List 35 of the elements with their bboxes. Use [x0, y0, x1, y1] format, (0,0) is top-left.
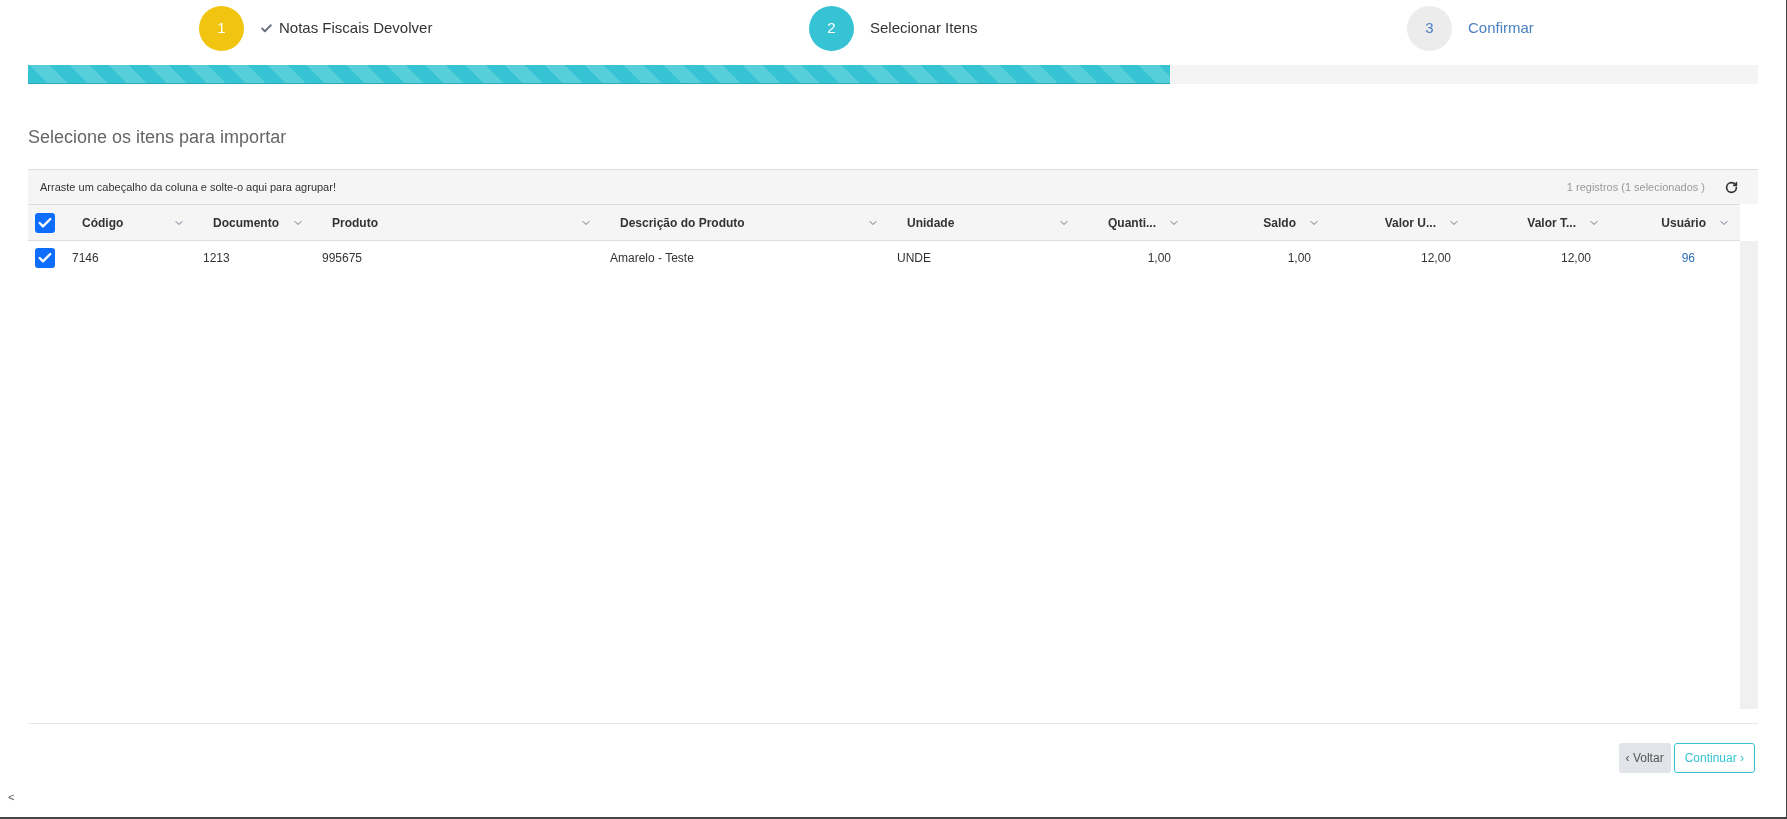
table-cell-text: 12,00 [1560, 250, 1591, 267]
step-number: 1 [199, 6, 244, 51]
user-link[interactable]: 96 [1681, 249, 1695, 267]
column-header[interactable]: Descrição do Produto [620, 213, 745, 232]
column-header[interactable]: Valor T... [1527, 213, 1576, 232]
section-title: Selecione os itens para importar [28, 126, 288, 149]
table-cell-text: UNDE [897, 250, 931, 267]
step-number: 3 [1407, 6, 1452, 51]
table-cell-text: 1,00 [1287, 250, 1311, 267]
step-label: Confirmar [1468, 18, 1534, 39]
table-cell-text: 7146 [72, 250, 99, 267]
collapse-toggle[interactable]: < [8, 788, 15, 805]
record-count: 1 registros (1 selecionados ) [1566, 179, 1705, 195]
table-cell-text: 12,00 [1420, 250, 1451, 267]
table-cell-text: 995675 [322, 250, 363, 267]
back-button[interactable]: ‹ Voltar [1618, 743, 1671, 773]
checkbox[interactable] [35, 212, 55, 233]
refresh-icon[interactable] [1725, 180, 1738, 194]
step-label: Selecionar Itens [870, 18, 978, 39]
column-header[interactable]: Quanti... [1108, 213, 1156, 232]
column-header[interactable]: Produto [332, 213, 378, 232]
table-cell-text: Amarelo - Teste [610, 250, 694, 267]
column-header[interactable]: Documento [213, 213, 279, 232]
column-header[interactable]: Código [82, 213, 124, 232]
column-header[interactable]: Saldo [1263, 213, 1296, 232]
column-header[interactable]: Usuário [1661, 213, 1706, 232]
step-number: 2 [809, 6, 854, 51]
table-cell-text: 1,00 [1147, 250, 1171, 267]
column-header[interactable]: Unidade [907, 213, 955, 232]
table-cell-text: 1213 [203, 250, 230, 267]
column-header[interactable]: Valor U... [1384, 213, 1436, 232]
step-label: Notas Fiscais Devolver [279, 18, 433, 39]
checkbox[interactable] [35, 248, 55, 268]
group-hint: Arraste um cabeçalho da coluna e solte-o aqui para agrupar! [40, 179, 336, 195]
check-icon [260, 22, 273, 35]
